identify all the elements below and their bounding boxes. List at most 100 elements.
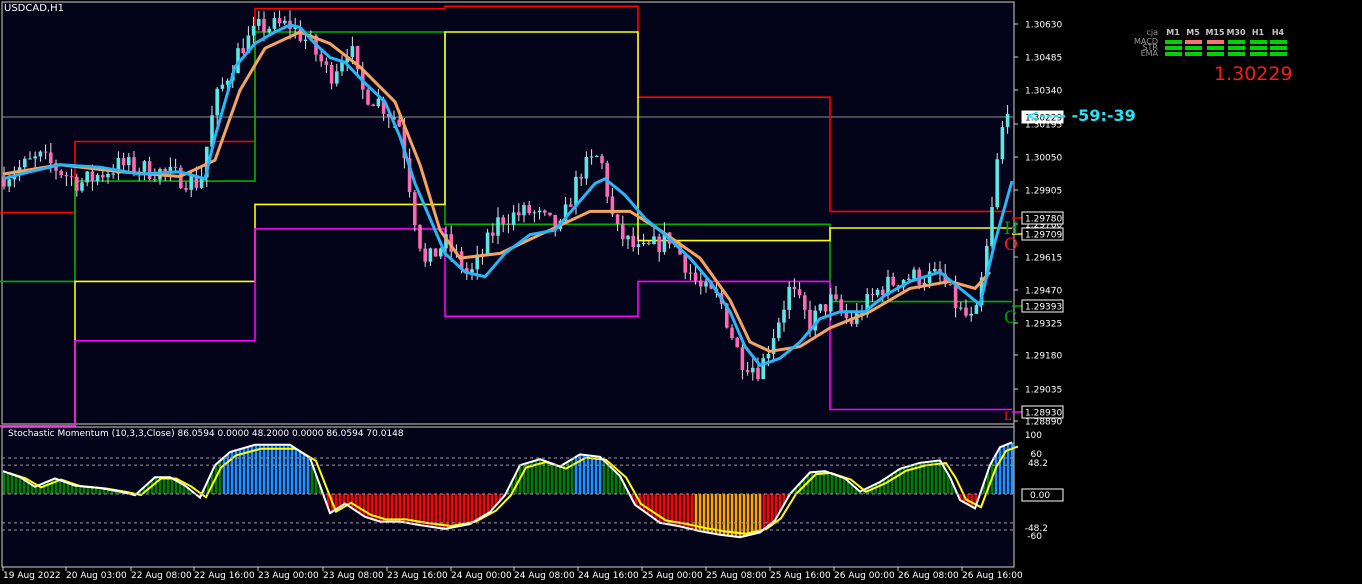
stoch-bar bbox=[474, 494, 478, 521]
price-tick-label: 1.29615 bbox=[1025, 254, 1062, 264]
stoch-bar bbox=[418, 494, 422, 526]
signal-row-label: EMA bbox=[1140, 49, 1158, 58]
candle-body bbox=[652, 236, 656, 244]
candle-body bbox=[340, 62, 344, 72]
stoch-bar bbox=[22, 479, 26, 494]
stoch-bar bbox=[262, 444, 266, 494]
indicator-level-label: 48.2 bbox=[1028, 459, 1048, 469]
candle-body bbox=[730, 327, 734, 338]
stoch-bar bbox=[554, 465, 558, 494]
stoch-bar bbox=[274, 444, 278, 494]
time-tick-label: 24 Aug 16:00 bbox=[578, 571, 639, 581]
indicator-level-label: 100 bbox=[1025, 431, 1042, 441]
candle-body bbox=[329, 65, 334, 84]
stoch-bar bbox=[822, 471, 826, 494]
current-price-display: 1.30229 bbox=[1214, 63, 1293, 85]
price-tick-label: 1.30050 bbox=[1025, 154, 1062, 164]
candle-body bbox=[797, 289, 802, 296]
candle-body bbox=[142, 161, 147, 172]
candle-body bbox=[626, 235, 630, 240]
candle-body bbox=[147, 161, 152, 179]
stoch-bar bbox=[998, 447, 1002, 494]
price-tick-label: 1.29470 bbox=[1025, 287, 1062, 297]
stoch-bar bbox=[226, 453, 230, 494]
stoch-bar bbox=[218, 460, 222, 494]
time-tick-label: 24 Aug 08:00 bbox=[514, 571, 575, 581]
stoch-bar bbox=[542, 460, 546, 494]
candle-body bbox=[823, 304, 828, 312]
candle-body bbox=[657, 236, 661, 252]
candle-body bbox=[735, 338, 739, 348]
price-tick-label: 1.30340 bbox=[1025, 87, 1062, 97]
candle-body bbox=[501, 217, 505, 224]
candle-body bbox=[428, 248, 433, 262]
price-chart[interactable]: 1.306301.304851.303401.301951.300501.299… bbox=[0, 0, 1362, 584]
stoch-bar bbox=[942, 467, 946, 494]
stoch-bar bbox=[14, 475, 18, 494]
candle-body bbox=[335, 71, 339, 84]
candle-body bbox=[532, 212, 537, 214]
stoch-bar bbox=[350, 494, 354, 509]
stoch-bar bbox=[766, 494, 770, 526]
candle-body bbox=[324, 61, 329, 65]
signal-cell bbox=[1185, 40, 1202, 44]
price-box-label: 1.28930 bbox=[1025, 409, 1062, 419]
candle-body bbox=[215, 88, 219, 116]
candle-body bbox=[371, 104, 375, 107]
candle-body bbox=[433, 248, 438, 257]
stoch-bar bbox=[742, 494, 746, 537]
stoch-bar bbox=[614, 472, 618, 494]
candle-body bbox=[59, 170, 63, 175]
candle-body bbox=[569, 204, 573, 207]
candle-body bbox=[631, 235, 635, 247]
stoch-bar bbox=[478, 494, 482, 518]
candle-body bbox=[423, 248, 427, 262]
candle-body bbox=[953, 284, 958, 308]
candle bbox=[413, 190, 417, 232]
signal-cell bbox=[1185, 52, 1202, 56]
candle-body bbox=[33, 156, 37, 159]
candle-body bbox=[257, 19, 261, 26]
candle-body bbox=[969, 313, 973, 316]
candle-body bbox=[990, 207, 994, 246]
stoch-bar bbox=[706, 494, 710, 533]
price-tick-label: 1.29325 bbox=[1025, 320, 1062, 330]
signal-cell bbox=[1270, 40, 1287, 44]
stoch-bar bbox=[594, 456, 598, 494]
candle-body bbox=[517, 212, 521, 216]
stoch-bar bbox=[18, 477, 22, 494]
candle-body bbox=[995, 159, 999, 208]
candle bbox=[1000, 121, 1005, 164]
stoch-bar bbox=[598, 456, 602, 494]
candle-body bbox=[85, 171, 89, 183]
stoch-bar bbox=[702, 494, 706, 532]
candle-body bbox=[23, 158, 27, 168]
stoch-bar bbox=[238, 449, 242, 494]
price-box-label: 1.29780 bbox=[1025, 215, 1062, 225]
candle-body bbox=[127, 157, 131, 166]
candle-body bbox=[220, 84, 225, 89]
level-tag-open: O bbox=[1004, 235, 1018, 255]
signal-cell bbox=[1207, 52, 1224, 56]
time-tick-label: 23 Aug 16:00 bbox=[387, 571, 448, 581]
candle-body bbox=[366, 89, 370, 105]
stoch-bar bbox=[482, 494, 486, 516]
candle-body bbox=[101, 175, 105, 178]
candle-body bbox=[418, 225, 422, 249]
candle-body bbox=[693, 272, 698, 281]
stoch-bar bbox=[694, 494, 698, 531]
signal-cell bbox=[1228, 40, 1245, 44]
candle-body bbox=[7, 179, 11, 187]
candle bbox=[995, 153, 999, 210]
stoch-bar bbox=[994, 454, 998, 494]
time-tick-label: 24 Aug 00:00 bbox=[451, 571, 512, 581]
time-tick-label: 22 Aug 16:00 bbox=[194, 571, 255, 581]
signal-timeframe-h4: H4 bbox=[1271, 28, 1285, 37]
stoch-bar bbox=[678, 494, 682, 527]
candle bbox=[735, 336, 739, 348]
signal-cell bbox=[1228, 52, 1245, 56]
stoch-bar bbox=[74, 485, 78, 494]
candle-body bbox=[28, 158, 32, 160]
candle-body bbox=[907, 278, 911, 280]
candle-body bbox=[64, 174, 69, 177]
